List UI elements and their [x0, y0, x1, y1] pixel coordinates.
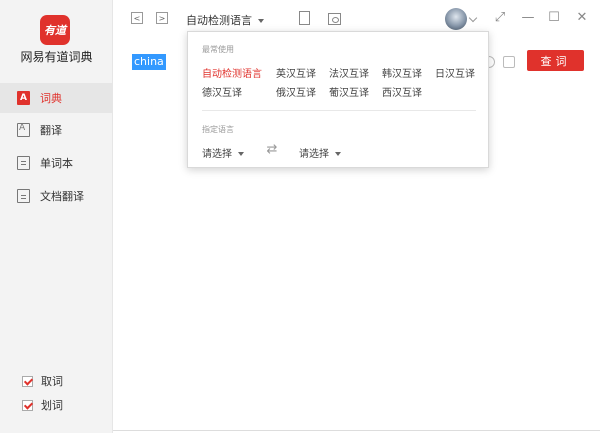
sidebar-item-label: 翻译	[40, 124, 62, 137]
query-button[interactable]: 查词	[527, 50, 584, 71]
lang-option-en[interactable]: 英汉互译	[276, 65, 316, 80]
common-languages-title: 最常使用	[202, 45, 234, 54]
lang-option-auto[interactable]: 自动检测语言	[202, 65, 262, 80]
sidebar: 有道 网易有道词典 A 词典 翻译 单词本 文档翻译 取词 划词	[0, 0, 113, 433]
select-word-label: 划词	[41, 399, 63, 412]
maximize-button[interactable]: ☐	[547, 11, 561, 25]
app-logo: 有道	[40, 15, 70, 45]
sidebar-item-translate[interactable]: 翻译	[0, 115, 113, 145]
edit-icon[interactable]	[503, 56, 515, 68]
target-language-select[interactable]: 请选择	[299, 145, 341, 160]
lang-option-ru[interactable]: 俄汉互译	[276, 84, 316, 99]
search-input[interactable]: china	[132, 54, 166, 70]
sidebar-item-document-translate[interactable]: 文档翻译	[0, 181, 113, 211]
source-language-label: 请选择	[202, 149, 232, 160]
wordbook-icon	[17, 156, 30, 170]
language-dropdown-label: 自动检测语言	[186, 14, 252, 27]
forward-button[interactable]: >	[156, 12, 168, 24]
account-menu-chevron-icon[interactable]	[468, 13, 478, 23]
language-popup: 最常使用 自动检测语言 英汉互译 法汉互译 韩汉互译 日汉互译 德汉互译 俄汉互…	[187, 31, 489, 168]
capture-word-toggle[interactable]: 取词	[22, 373, 63, 389]
minimize-button[interactable]: —	[521, 11, 535, 25]
translate-icon	[17, 123, 30, 137]
swap-languages-icon[interactable]: ⇄	[264, 143, 280, 157]
avatar[interactable]	[445, 8, 467, 30]
select-word-checkbox[interactable]	[22, 399, 33, 411]
screenshot-ocr-icon[interactable]	[328, 13, 341, 25]
source-language-select[interactable]: 请选择	[202, 145, 244, 160]
language-dropdown[interactable]: 自动检测语言	[186, 12, 264, 28]
lang-option-pt[interactable]: 葡汉互译	[329, 84, 369, 99]
capture-word-label: 取词	[41, 375, 63, 388]
document-translate-icon	[17, 189, 30, 203]
back-button[interactable]: <	[131, 12, 143, 24]
sidebar-item-label: 文档翻译	[40, 190, 84, 203]
chevron-down-icon	[258, 19, 264, 23]
document-icon[interactable]	[299, 11, 310, 25]
sidebar-item-label: 单词本	[40, 157, 73, 170]
chevron-down-icon	[335, 152, 341, 156]
sidebar-item-label: 词典	[40, 92, 62, 105]
lang-option-es[interactable]: 西汉互译	[382, 84, 422, 99]
dictionary-icon: A	[17, 91, 30, 105]
divider	[113, 430, 600, 431]
sidebar-item-wordbook[interactable]: 单词本	[0, 148, 113, 178]
app-name: 网易有道词典	[20, 50, 93, 64]
lang-option-ko[interactable]: 韩汉互译	[382, 65, 422, 80]
sidebar-item-dictionary[interactable]: A 词典	[0, 83, 113, 113]
popup-divider	[202, 110, 476, 111]
lang-option-de[interactable]: 德汉互译	[202, 84, 242, 99]
lang-option-ja[interactable]: 日汉互译	[435, 65, 475, 80]
chevron-down-icon	[238, 152, 244, 156]
close-button[interactable]: ✕	[575, 11, 589, 25]
capture-word-checkbox[interactable]	[22, 375, 33, 387]
specify-language-title: 指定语言	[202, 125, 234, 134]
mini-mode-button[interactable]: ⤢	[493, 11, 507, 25]
target-language-label: 请选择	[299, 149, 329, 160]
lang-option-fr[interactable]: 法汉互译	[329, 65, 369, 80]
select-word-toggle[interactable]: 划词	[22, 397, 63, 413]
